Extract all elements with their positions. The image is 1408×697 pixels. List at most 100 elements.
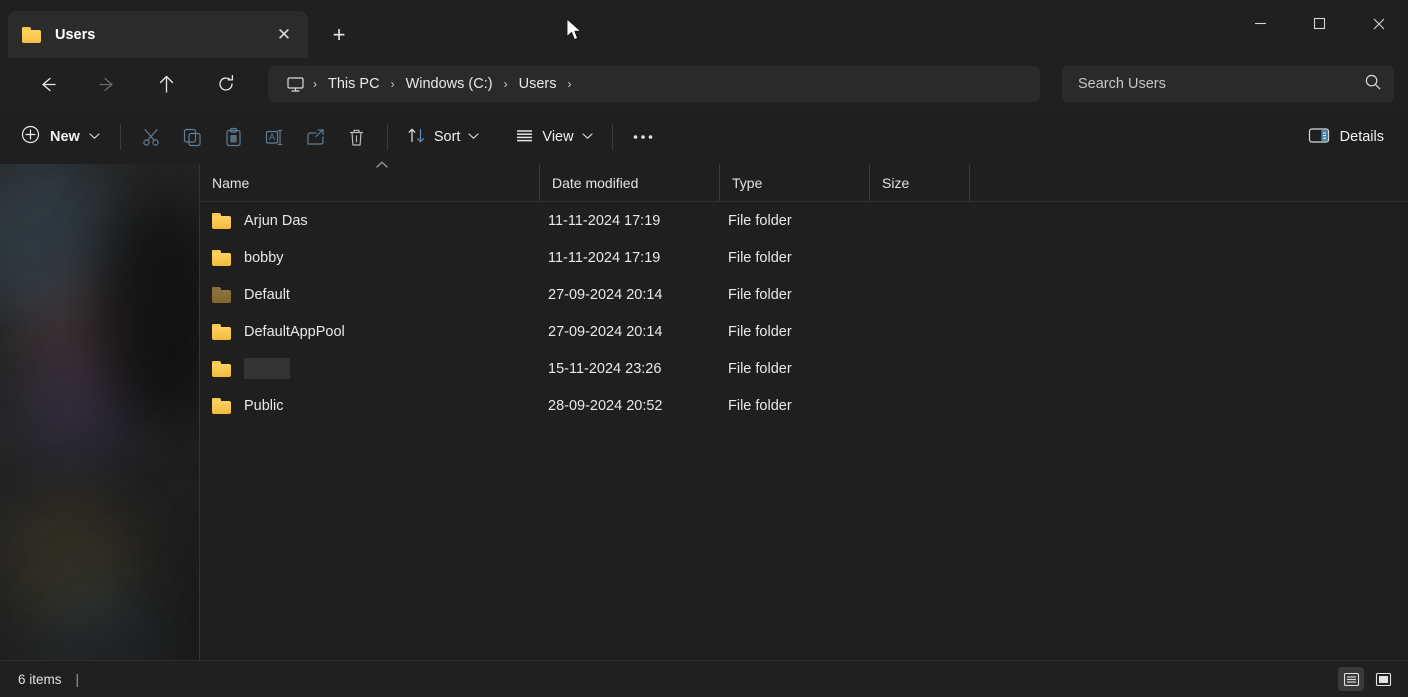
- navigation-pane[interactable]: [0, 164, 199, 660]
- share-button[interactable]: [295, 120, 336, 154]
- large-icons-view-button[interactable]: [1370, 667, 1396, 691]
- toolbar-divider-3: [611, 124, 613, 150]
- copy-button[interactable]: [172, 120, 213, 154]
- column-header-type[interactable]: Type: [720, 164, 870, 201]
- folder-icon: [212, 397, 231, 414]
- file-name-label: Default: [244, 286, 290, 303]
- breadcrumb-bar[interactable]: › This PC › Windows (C:) › Users ›: [268, 66, 1040, 102]
- view-mode-buttons: [1338, 667, 1396, 691]
- breadcrumb-item-windows-c[interactable]: Windows (C:): [399, 72, 500, 96]
- address-bar-row: › This PC › Windows (C:) › Users ›: [0, 58, 1408, 110]
- file-date-label: 11-11-2024 17:19: [548, 212, 661, 229]
- status-separator: |: [75, 671, 80, 687]
- up-button[interactable]: [146, 66, 186, 102]
- forward-button[interactable]: [87, 66, 127, 102]
- refresh-button[interactable]: [206, 66, 246, 102]
- tab-title: Users: [55, 26, 96, 43]
- folder-icon: [212, 286, 231, 303]
- search-input[interactable]: [1078, 76, 1364, 92]
- minimize-button[interactable]: [1231, 0, 1290, 47]
- column-header-name[interactable]: Name: [200, 161, 540, 201]
- file-name-label: Public: [244, 397, 284, 414]
- column-header-size-label: Size: [882, 174, 910, 191]
- item-count-label: 6 items: [18, 671, 62, 687]
- this-pc-icon[interactable]: [286, 75, 305, 94]
- file-name-cell[interactable]: Public: [200, 397, 540, 414]
- breadcrumb-item-this-pc[interactable]: This PC: [321, 72, 387, 96]
- table-row[interactable]: DefaultAppPool 27-09-2024 20:14 File folde…: [200, 313, 1408, 350]
- breadcrumb-separator-2: ›: [503, 77, 508, 91]
- file-date-label: 15-11-2024 23:26: [548, 360, 662, 377]
- file-name-cell[interactable]: Arjun Das: [200, 212, 540, 229]
- window-controls: [1231, 0, 1408, 47]
- sort-icon: [407, 126, 426, 149]
- toolbar-divider-2: [386, 124, 388, 150]
- file-name-label: bobby: [244, 249, 284, 266]
- file-type-cell: File folder: [720, 324, 870, 340]
- see-more-button[interactable]: [623, 120, 664, 154]
- new-button[interactable]: New: [12, 120, 110, 154]
- column-header-date-modified[interactable]: Date modified: [540, 164, 720, 201]
- chevron-down-icon[interactable]: [89, 132, 100, 143]
- back-button[interactable]: [27, 66, 67, 102]
- search-icon[interactable]: [1364, 73, 1382, 96]
- file-date-label: 11-11-2024 17:19: [548, 249, 661, 266]
- file-type-label: File folder: [728, 397, 792, 414]
- table-row[interactable]: Arjun Das 11-11-2024 17:19 File folder: [200, 202, 1408, 239]
- column-header-size[interactable]: Size: [870, 164, 970, 201]
- breadcrumb-separator-1: ›: [390, 77, 395, 91]
- chevron-down-icon[interactable]: [468, 132, 479, 143]
- cut-button[interactable]: [131, 120, 172, 154]
- table-row[interactable]: bobby 11-11-2024 17:19 File folder: [200, 239, 1408, 276]
- search-box[interactable]: [1062, 66, 1394, 102]
- column-header-name-label: Name: [212, 174, 250, 191]
- column-header-type-label: Type: [732, 174, 763, 191]
- rename-button[interactable]: A: [254, 120, 295, 154]
- tab-users[interactable]: Users ✕: [8, 11, 308, 58]
- folder-icon: [212, 323, 231, 340]
- sort-button[interactable]: Sort: [398, 120, 489, 154]
- column-header-date-label: Date modified: [552, 174, 639, 191]
- breadcrumb-separator-3[interactable]: ›: [563, 77, 575, 91]
- status-bar: 6 items |: [0, 660, 1408, 697]
- file-date-cell: 15-11-2024 23:26: [540, 361, 720, 377]
- file-date-label: 27-09-2024 20:14: [548, 323, 663, 340]
- close-window-button[interactable]: [1349, 0, 1408, 47]
- file-type-label: File folder: [728, 212, 792, 229]
- command-bar: New A Sort View Details: [0, 110, 1408, 164]
- view-button[interactable]: View: [506, 120, 601, 154]
- table-row[interactable]: 15-11-2024 23:26 File folder: [200, 350, 1408, 387]
- file-explorer-window: Users ✕ + › This PC › Windows (C:) › Use…: [0, 0, 1408, 697]
- details-view-button[interactable]: [1338, 667, 1364, 691]
- file-name-cell[interactable]: Default: [200, 286, 540, 303]
- new-tab-button[interactable]: +: [322, 18, 356, 52]
- details-pane-button[interactable]: Details: [1298, 120, 1394, 154]
- folder-icon: [212, 249, 231, 266]
- breadcrumb-item-users[interactable]: Users: [512, 72, 564, 96]
- table-row[interactable]: Public 28-09-2024 20:52 File folder: [200, 387, 1408, 424]
- file-type-label: File folder: [728, 323, 792, 340]
- file-name-cell[interactable]: bobby: [200, 249, 540, 266]
- file-rows: Arjun Das 11-11-2024 17:19 File folder bobb…: [200, 202, 1408, 660]
- file-name-label: Arjun Das: [244, 212, 308, 229]
- delete-button[interactable]: [336, 120, 377, 154]
- table-row[interactable]: Default 27-09-2024 20:14 File folder: [200, 276, 1408, 313]
- close-tab-icon[interactable]: ✕: [270, 21, 298, 49]
- chevron-down-icon[interactable]: [582, 132, 593, 143]
- maximize-button[interactable]: [1290, 0, 1349, 47]
- title-bar: Users ✕ +: [0, 0, 1408, 58]
- file-type-label: File folder: [728, 360, 792, 377]
- sort-button-label: Sort: [433, 129, 461, 145]
- file-date-label: 28-09-2024 20:52: [548, 397, 663, 414]
- file-type-cell: File folder: [720, 287, 870, 303]
- details-pane-icon: [1308, 126, 1330, 149]
- file-name-cell[interactable]: DefaultAppPool: [200, 323, 540, 340]
- sort-ascending-icon: [375, 160, 389, 172]
- folder-icon: [22, 26, 41, 43]
- file-type-label: File folder: [728, 286, 792, 303]
- file-name-cell[interactable]: [200, 358, 540, 379]
- file-type-label: File folder: [728, 249, 792, 266]
- paste-button[interactable]: [213, 120, 254, 154]
- new-button-label: New: [50, 129, 80, 145]
- file-type-cell: File folder: [720, 361, 870, 377]
